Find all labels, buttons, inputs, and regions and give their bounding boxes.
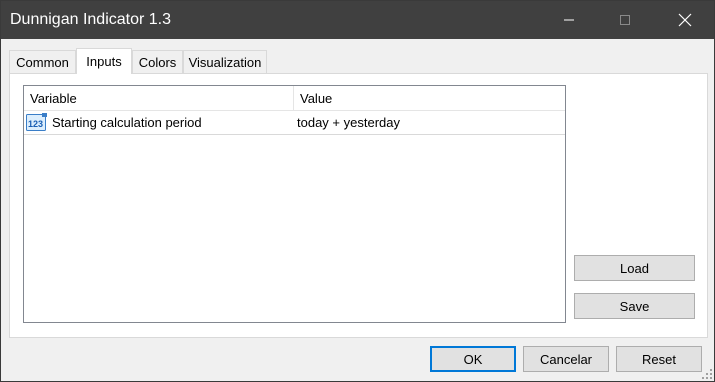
tab-common[interactable]: Common [9, 50, 76, 73]
ok-button-label: OK [463, 351, 483, 367]
close-icon [678, 13, 692, 27]
maximize-button[interactable] [602, 1, 648, 39]
tab-inputs-label: Inputs [86, 54, 122, 69]
tab-inputs[interactable]: Inputs [76, 48, 132, 74]
tab-colors-label: Colors [138, 54, 177, 70]
dialog-window: Dunnigan Indicator 1.3 Common Inputs Col… [0, 0, 715, 382]
tab-strip: Common Inputs Colors Visualization [9, 48, 709, 74]
inputs-table: Variable Value 123 Starting calculation … [23, 85, 566, 323]
minimize-icon [564, 19, 574, 21]
value-cell[interactable]: today + yesterday [297, 111, 563, 135]
tab-common-label: Common [16, 54, 69, 70]
window-title: Dunnigan Indicator 1.3 [10, 11, 171, 28]
close-button[interactable] [662, 1, 708, 39]
table-header: Variable Value [24, 86, 565, 111]
save-button-label: Save [619, 298, 650, 314]
tab-colors[interactable]: Colors [132, 50, 183, 73]
save-button[interactable]: Save [574, 293, 695, 319]
maximize-icon [620, 15, 630, 25]
cancel-button[interactable]: Cancelar [523, 346, 609, 372]
column-header-value[interactable]: Value [294, 86, 565, 111]
tab-panel-inputs: Variable Value 123 Starting calculation … [9, 73, 708, 338]
tab-visualization[interactable]: Visualization [183, 50, 267, 73]
variable-cell: Starting calculation period [52, 115, 202, 130]
column-header-variable[interactable]: Variable [24, 86, 293, 111]
ok-button[interactable]: OK [430, 346, 516, 372]
minimize-button[interactable] [546, 1, 592, 39]
reset-button[interactable]: Reset [616, 346, 702, 372]
load-button-label: Load [620, 260, 649, 276]
numeric-123-icon: 123 [26, 113, 47, 131]
load-button[interactable]: Load [574, 255, 695, 281]
svg-text:123: 123 [28, 119, 43, 129]
tab-visualization-label: Visualization [188, 54, 262, 70]
table-row[interactable]: 123 Starting calculation period today + … [24, 111, 565, 135]
reset-button-label: Reset [642, 351, 676, 367]
cancel-button-label: Cancelar [539, 351, 593, 367]
title-bar[interactable]: Dunnigan Indicator 1.3 [1, 1, 714, 39]
resize-grip-icon[interactable] [702, 369, 712, 379]
